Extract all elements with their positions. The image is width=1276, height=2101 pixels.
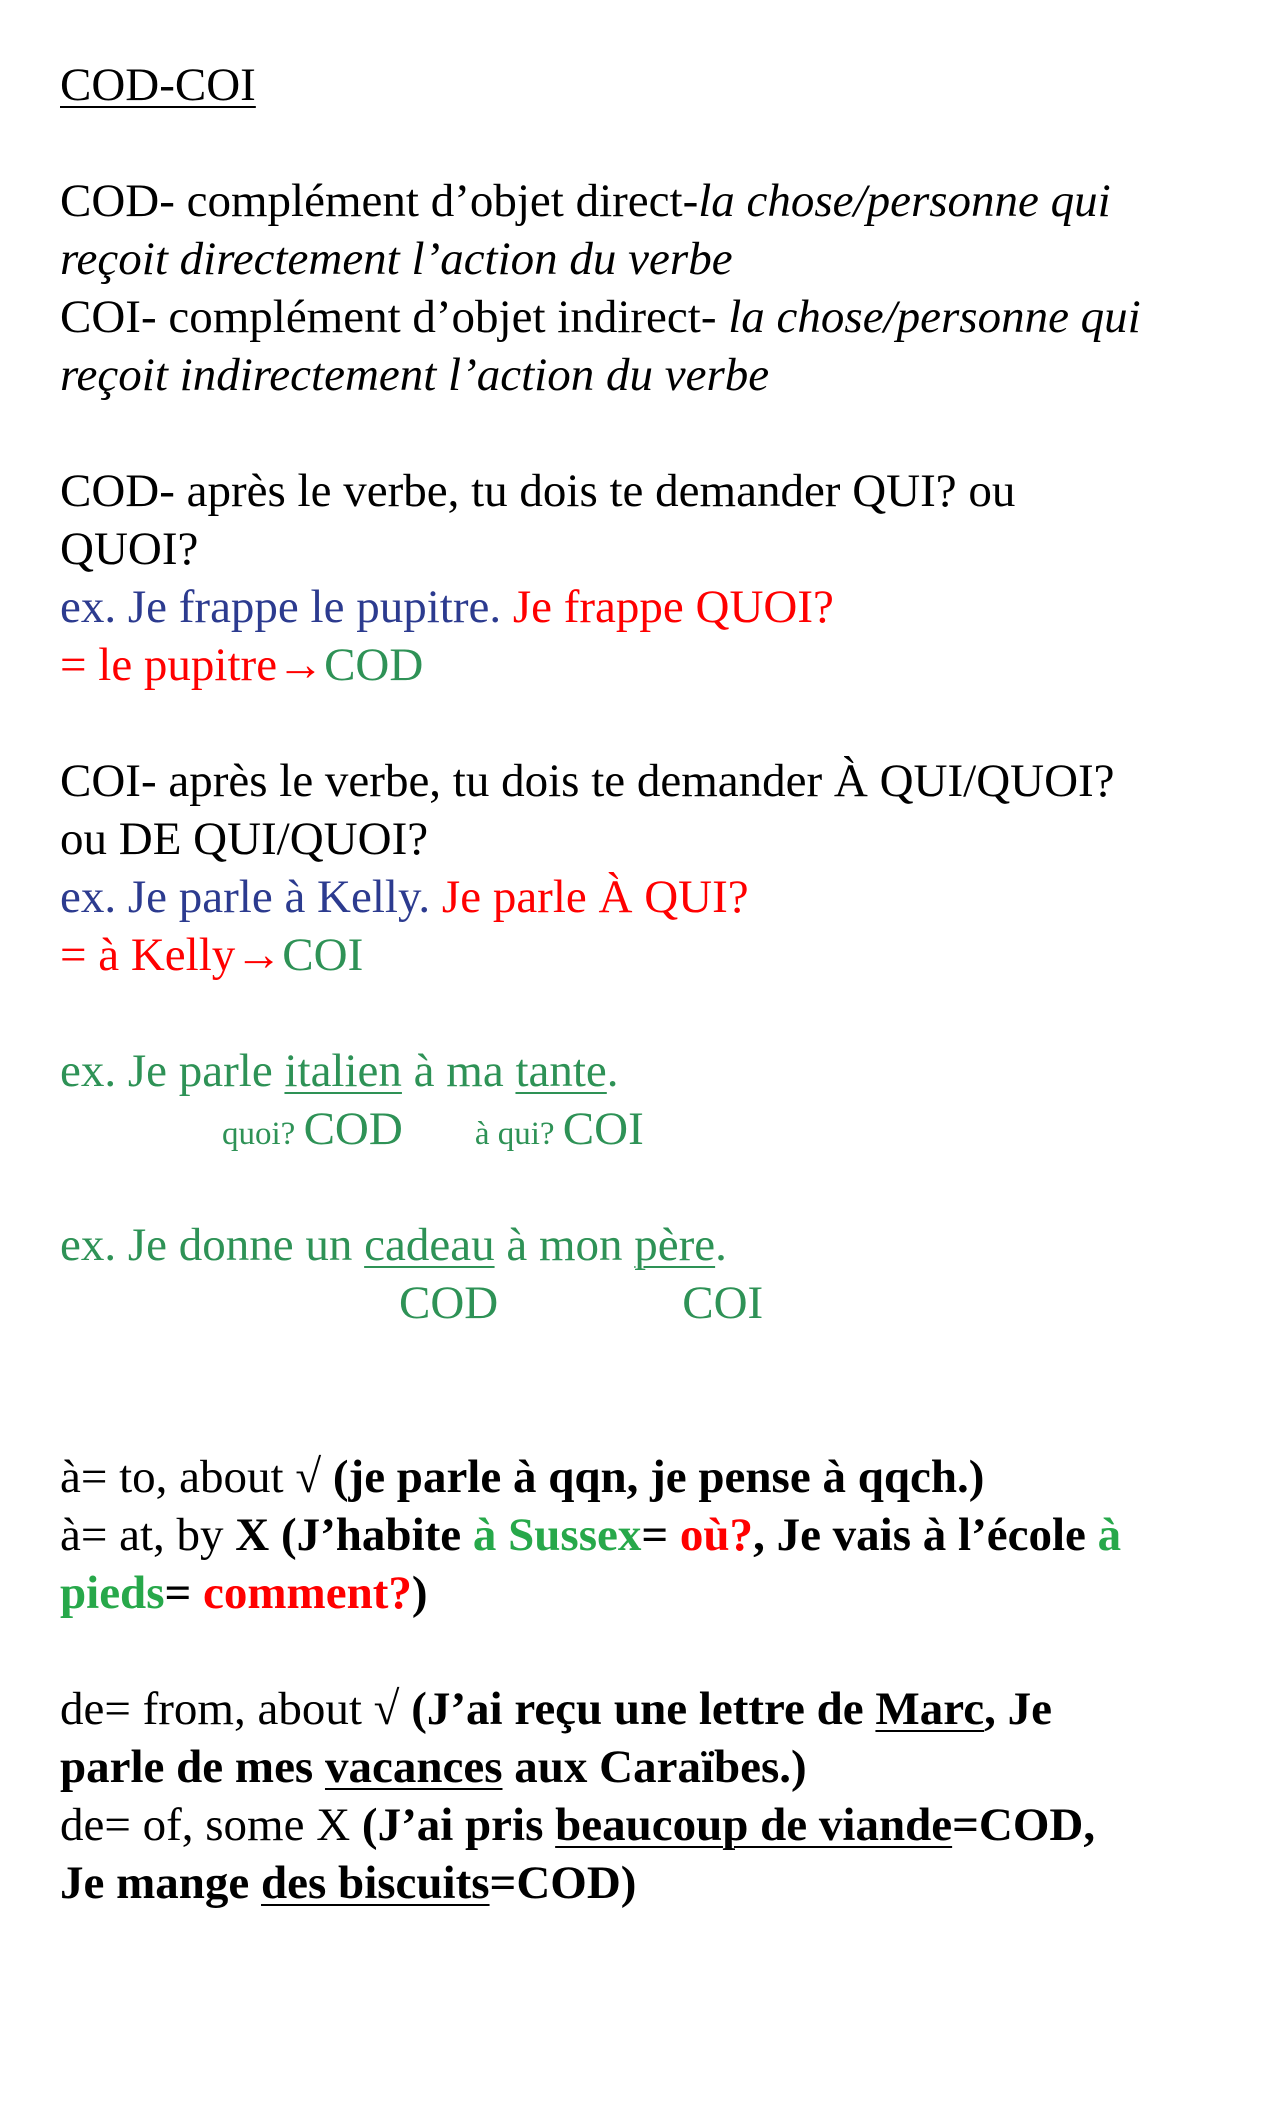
a-section-line-3: pieds= comment?) [60, 1567, 428, 1619]
cod-definition-line-2: reçoit directement l’action du verbe [60, 233, 733, 285]
coi-answer: = à Kelly→COI [60, 929, 364, 981]
coi-definition-line-2: reçoit indirectement l’action du verbe [60, 349, 770, 401]
cod-answer: = le pupitre→COD [60, 639, 424, 691]
example-1-sentence: ex. Je parle italien à ma tante. [60, 1045, 619, 1097]
cod-definition-line-1: COD- complément d’objet direct-la chose/… [60, 175, 1111, 227]
page-title: COD-COI [60, 59, 256, 111]
de-section-line-1: de= from, about √ (J’ai reçu une lettre … [60, 1683, 1053, 1735]
example-2-tags: COD COI [399, 1277, 764, 1329]
coi-example: ex. Je parle à Kelly. Je parle À QUI? [60, 871, 749, 923]
coi-rule-line-1: COI- après le verbe, tu dois te demander… [60, 755, 1115, 807]
document: COD-COI COD- complément d’objet direct-l… [60, 56, 1240, 1912]
de-section-line-3: de= of, some X (J’ai pris beaucoup de vi… [60, 1799, 1096, 1851]
coi-definition-line-1: COI- complément d’objet indirect- la cho… [60, 291, 1141, 343]
example-1-tags: quoi? COD à qui? COI [222, 1103, 644, 1155]
cod-rule-line-1: COD- après le verbe, tu dois te demander… [60, 465, 1016, 517]
de-section-line-4: Je mange des biscuits=COD) [60, 1857, 637, 1909]
cod-example: ex. Je frappe le pupitre. Je frappe QUOI… [60, 581, 834, 633]
de-section-line-2: parle de mes vacances aux Caraïbes.) [60, 1741, 807, 1793]
example-2-sentence: ex. Je donne un cadeau à mon père. [60, 1219, 727, 1271]
a-section-line-1: à= to, about √ (je parle à qqn, je pense… [60, 1451, 985, 1503]
a-section-line-2: à= at, by X (J’habite à Sussex= où?, Je … [60, 1509, 1122, 1561]
cod-rule-line-2: QUOI? [60, 523, 199, 575]
coi-rule-line-2: ou DE QUI/QUOI? [60, 813, 429, 865]
